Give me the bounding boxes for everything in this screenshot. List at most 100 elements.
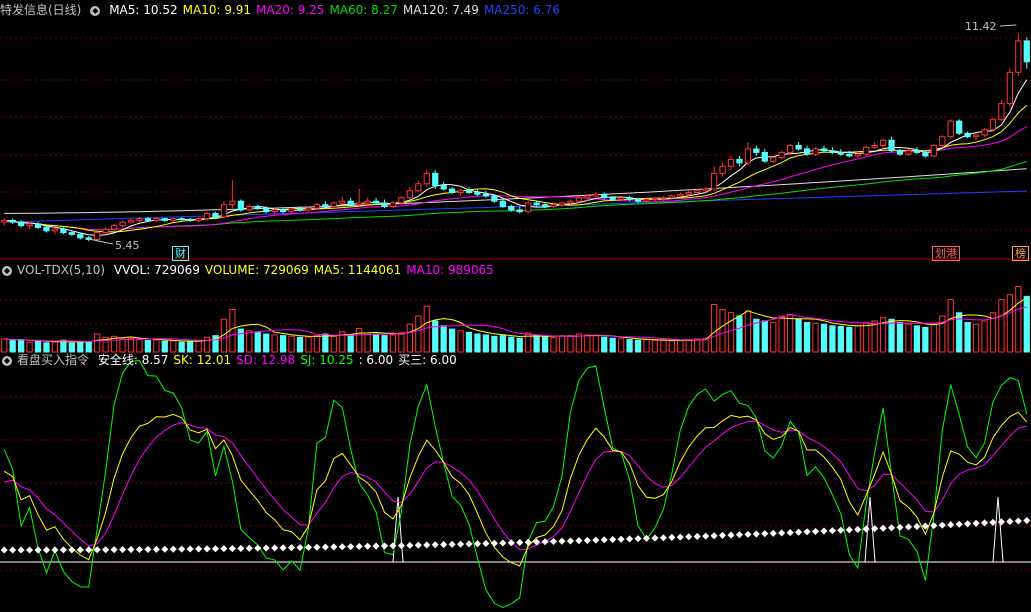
ma-value-1: MA10: 9.91: [182, 3, 252, 17]
candle-body: [812, 148, 819, 155]
candle-body: [922, 151, 929, 157]
safety-line-marker: [245, 544, 253, 552]
safety-line-marker: [811, 527, 820, 535]
safety-line-marker: [659, 534, 667, 542]
volume-bar: [710, 304, 718, 353]
safety-line-marker: [296, 543, 304, 552]
candle-body: [660, 197, 667, 200]
volume-bar: [930, 323, 937, 353]
volume-bar: [787, 313, 794, 353]
safety-line-marker: [609, 536, 617, 544]
safety-line-marker: [820, 527, 828, 535]
safety-line-marker: [955, 520, 963, 528]
volume-bar: [271, 334, 278, 353]
volume-bar: [888, 318, 895, 353]
candle-body: [356, 202, 363, 206]
safety-line-marker: [862, 525, 870, 533]
safety-line-marker: [769, 529, 777, 537]
candle-body: [787, 144, 794, 153]
volume-bar: [356, 327, 363, 353]
ma-value-4: MA120: 7.49: [402, 3, 479, 17]
vol-value-0: VVOL: 729069: [113, 263, 200, 277]
safety-line-marker: [668, 533, 676, 541]
volume-bar: [279, 335, 287, 353]
volume-bar: [18, 339, 25, 353]
news-badge[interactable]: 划港: [932, 246, 960, 261]
volume-bar: [51, 341, 59, 353]
settings-icon[interactable]: ◆: [2, 265, 12, 276]
candle-body: [702, 188, 709, 192]
candle-body: [947, 120, 954, 138]
stock-chart[interactable]: [0, 0, 1031, 612]
candle-body: [795, 144, 802, 150]
candle-body: [51, 228, 59, 232]
safety-line-marker: [549, 537, 558, 546]
ma-items: MA5: 10.52 MA10: 9.91 MA20: 9.25 MA60: 8.27…: [109, 3, 565, 17]
ma250-line: [4, 190, 1027, 223]
volume-bar: [575, 333, 583, 353]
volume-bar: [533, 335, 540, 353]
candle-body: [457, 190, 464, 193]
safety-line-marker: [938, 521, 946, 529]
ma-value-5: MA250: 6.76: [483, 3, 560, 17]
safety-line-marker: [651, 534, 659, 542]
volume-bar: [322, 333, 329, 353]
safety-line-marker: [676, 533, 684, 541]
settings-icon[interactable]: ◆: [90, 5, 101, 16]
rank-badge[interactable]: 榜: [1012, 246, 1029, 261]
volume-bar: [922, 326, 929, 353]
volume-bar: [1023, 295, 1030, 353]
candle-body: [440, 185, 447, 190]
safety-line-marker: [972, 519, 980, 527]
safety-line-marker: [710, 532, 718, 540]
candle-body: [474, 192, 481, 195]
volume-panel-header: ◆ VOL-TDX(5,10) VVOL: 729069 VOLUME: 72906…: [0, 262, 504, 278]
safety-line-marker: [347, 543, 355, 551]
volume-bar: [296, 336, 304, 353]
candle-body: [389, 202, 397, 207]
safety-line-marker: [321, 543, 329, 551]
settings-icon[interactable]: ◆: [2, 355, 12, 366]
candle-body: [448, 188, 456, 194]
ma-value-0: MA5: 10.52: [109, 3, 178, 17]
candle-body: [677, 193, 684, 197]
volume-bar: [1006, 294, 1013, 353]
ma5-line: [4, 79, 1028, 236]
candle-body: [525, 202, 532, 213]
candle-body: [1006, 71, 1013, 105]
candle-body: [322, 204, 329, 207]
volume-bar: [727, 312, 735, 353]
candle-body: [846, 153, 853, 157]
volume-bar: [618, 338, 625, 353]
volume-bar: [43, 342, 50, 353]
safety-line-marker: [566, 537, 574, 545]
safety-line-marker: [279, 544, 287, 552]
safety-line-marker: [254, 544, 262, 552]
candle-body: [279, 209, 287, 213]
candle-body: [634, 198, 642, 202]
ind-value-2: SD: 12.98: [236, 353, 296, 367]
volume-bar: [34, 340, 42, 353]
volume-bar: [237, 328, 244, 353]
safety-line-marker: [440, 541, 448, 549]
safety-line-marker: [499, 539, 507, 547]
volume-bar: [26, 341, 33, 353]
candle-body: [651, 197, 659, 200]
volume-bar: [263, 333, 270, 353]
candle-body: [550, 204, 557, 207]
candle-body: [136, 218, 143, 221]
candle-body: [863, 146, 870, 155]
volume-bar: [601, 336, 608, 353]
finance-badge[interactable]: 财: [172, 246, 189, 261]
safety-line-marker: [685, 533, 693, 541]
safety-line-marker: [414, 541, 422, 549]
candle-body: [432, 172, 439, 187]
candle-body: [761, 151, 768, 162]
volume-bar: [567, 335, 574, 353]
volume-bar: [516, 337, 523, 353]
candle-body: [770, 157, 777, 162]
volume-bar: [364, 332, 371, 353]
volume-bar: [761, 320, 768, 353]
safety-line-marker: [271, 544, 279, 552]
volume-bar: [609, 337, 616, 353]
